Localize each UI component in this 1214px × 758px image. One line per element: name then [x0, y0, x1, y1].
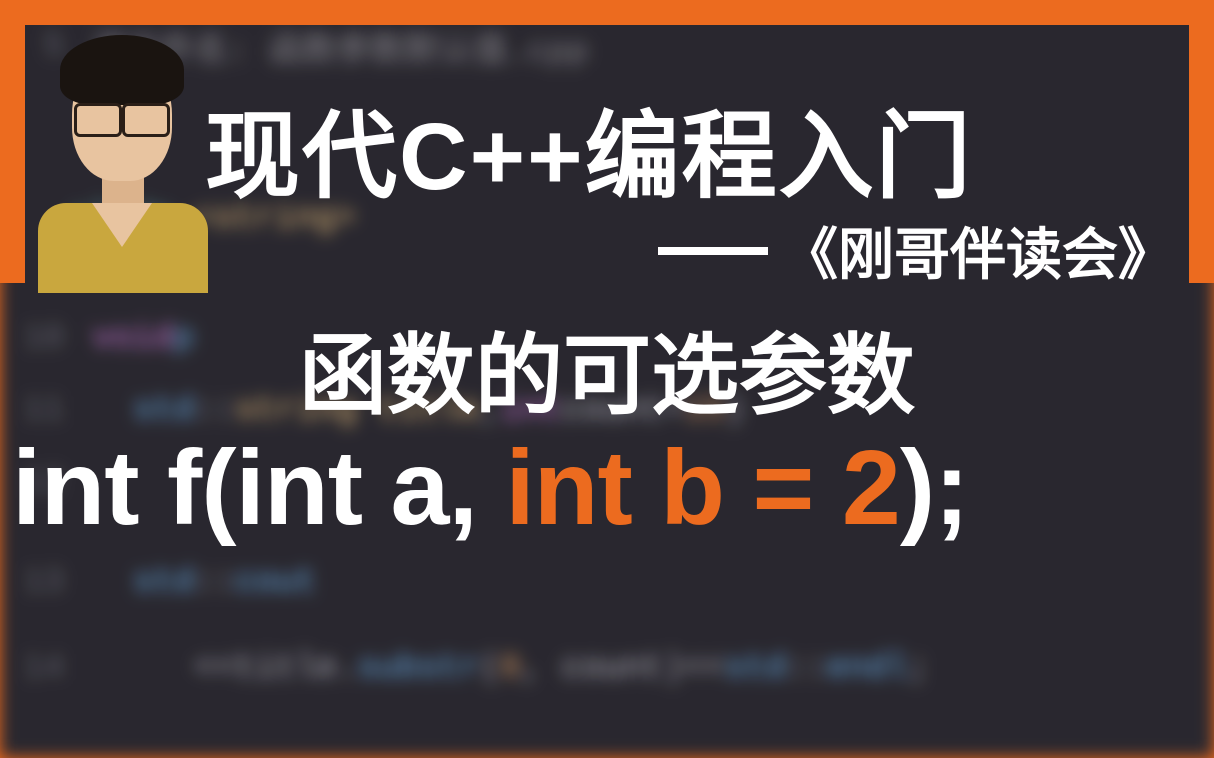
sig-default-arg: int b = 2 [505, 429, 899, 547]
subtitle-text: 《刚哥伴读会》 [782, 210, 1174, 291]
presenter-avatar [30, 25, 215, 283]
subtitle-dash [658, 247, 768, 255]
sig-part-3: ); [900, 429, 969, 547]
sig-part-1: int f(int a, [12, 429, 505, 547]
main-title: 现代C++编程入门 [205, 80, 1189, 217]
lesson-topic: 函数的可选参数 [0, 305, 1214, 432]
function-signature: int f(int a, int b = 2); [0, 428, 1214, 549]
subtitle: 《刚哥伴读会》 [658, 210, 1174, 291]
